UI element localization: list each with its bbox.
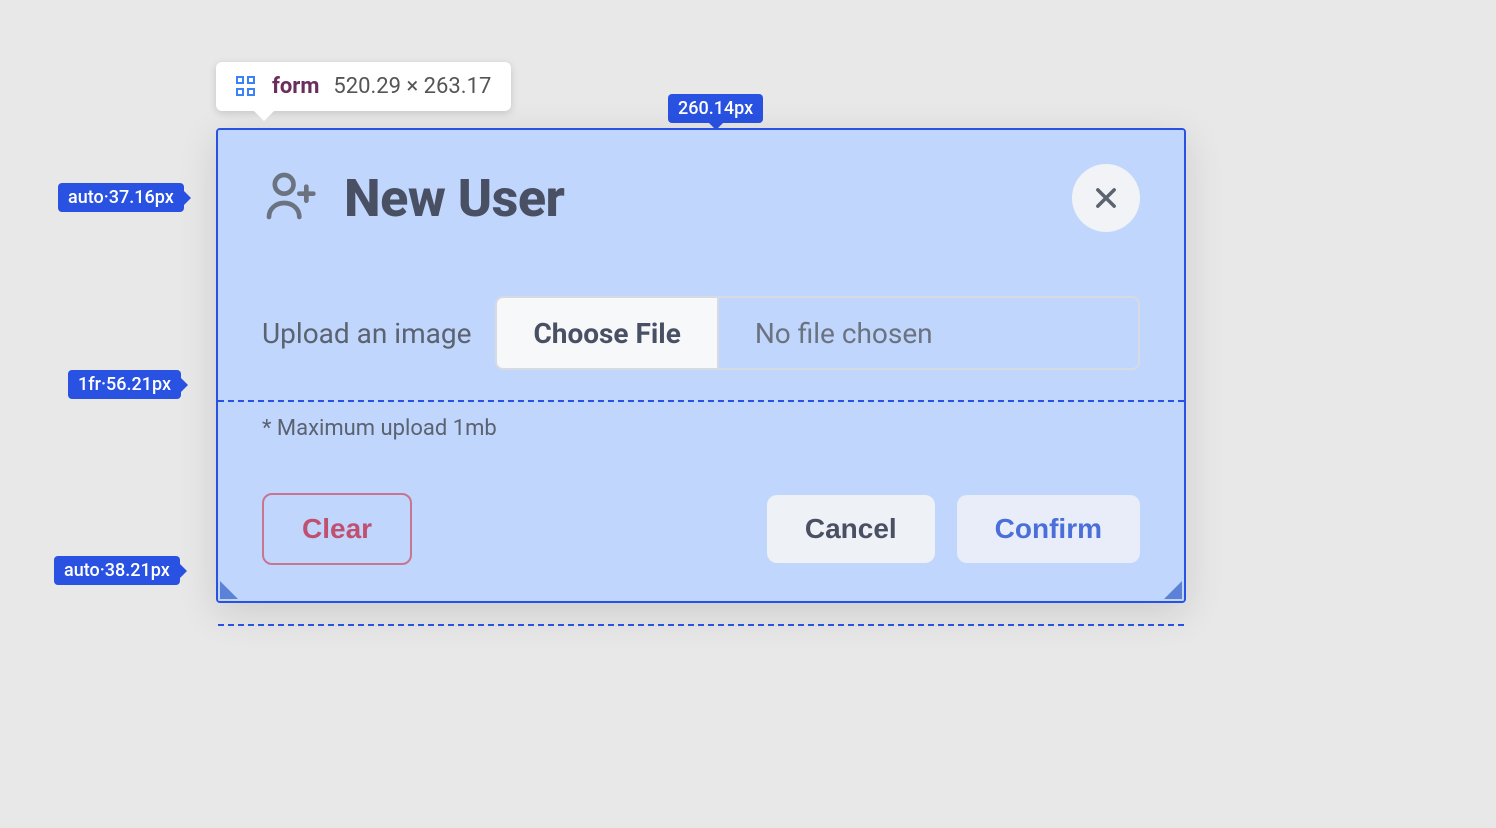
upload-row: Upload an image Choose File No file chos… (262, 296, 1140, 370)
upload-label: Upload an image (262, 317, 471, 350)
clear-button[interactable]: Clear (262, 493, 412, 565)
close-button[interactable] (1072, 164, 1140, 232)
grid-line (218, 624, 1184, 626)
choose-file-button[interactable]: Choose File (497, 298, 718, 368)
close-icon (1092, 184, 1120, 212)
form-header-left: New User (262, 168, 564, 229)
grid-icon (236, 76, 258, 98)
form-title: New User (344, 168, 564, 229)
measurement-row-1: auto·37.16px (58, 183, 184, 212)
form-header: New User (218, 130, 1184, 266)
tooltip-dimensions: 520.29 × 263.17 (333, 74, 491, 99)
upload-hint: * Maximum upload 1mb (262, 416, 1140, 441)
measurement-column-width: 260.14px (668, 94, 763, 123)
devtools-tooltip: form 520.29 × 263.17 (216, 62, 511, 111)
user-plus-icon (262, 168, 318, 228)
form-body: Upload an image Choose File No file chos… (218, 266, 1184, 465)
file-status-text: No file chosen (719, 317, 969, 350)
new-user-form: New User Upload an image Choose File No … (216, 128, 1186, 603)
file-input[interactable]: Choose File No file chosen (495, 296, 1140, 370)
footer-right: Cancel Confirm (767, 495, 1140, 563)
measurement-row-2: 1fr·56.21px (68, 370, 181, 399)
form-footer: Clear Cancel Confirm (218, 465, 1184, 601)
tooltip-element: form (272, 74, 319, 99)
cancel-button[interactable]: Cancel (767, 495, 935, 563)
confirm-button[interactable]: Confirm (957, 495, 1140, 563)
measurement-row-3: auto·38.21px (54, 556, 180, 585)
